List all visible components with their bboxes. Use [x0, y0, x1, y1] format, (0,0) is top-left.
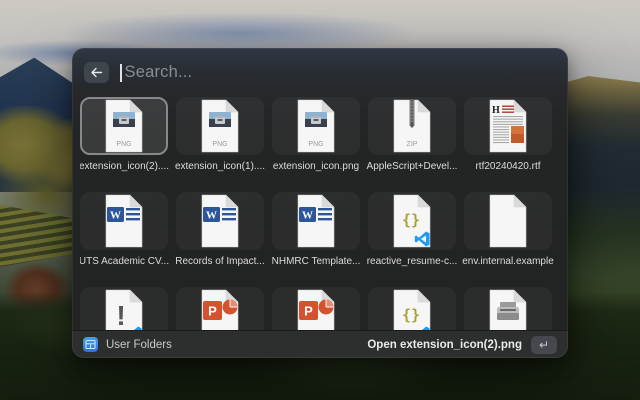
- file-icon-image-png: PNG: [272, 97, 360, 155]
- svg-text:{}: {}: [402, 211, 420, 229]
- file-icon-code-json: {}: [368, 192, 456, 250]
- svg-text:PNG: PNG: [308, 141, 323, 148]
- file-tile[interactable]: !: [80, 287, 168, 330]
- file-tile[interactable]: env.internal.example: [464, 192, 552, 270]
- file-tile[interactable]: PNGextension_icon(1)....: [176, 97, 264, 175]
- file-search-window: Search... PNGextension_icon(2)....PNGext…: [72, 48, 568, 358]
- user-folders-icon: [83, 337, 98, 352]
- file-tile[interactable]: P: [272, 287, 360, 330]
- file-name: reactive_resume-c...: [364, 256, 460, 267]
- file-name: extension_icon(2)....: [80, 161, 172, 172]
- arrow-left-icon: [90, 67, 103, 78]
- svg-text:W: W: [302, 210, 313, 222]
- file-tile[interactable]: {}reactive_resume-c...: [368, 192, 456, 270]
- file-name: extension_icon(1)....: [172, 161, 268, 172]
- file-icon-code-json: {}: [368, 287, 456, 330]
- file-tile[interactable]: P: [176, 287, 264, 330]
- file-icon-zip-archive: ZIP: [368, 97, 456, 155]
- file-tile[interactable]: ZIPAppleScript+Devel...: [368, 97, 456, 175]
- back-button[interactable]: [84, 62, 109, 83]
- file-icon-image-png: PNG: [176, 97, 264, 155]
- file-icon-powerpoint-document: P: [176, 287, 264, 330]
- search-bar[interactable]: Search...: [72, 48, 568, 97]
- file-tile[interactable]: [464, 287, 552, 330]
- file-icon-word-document: W: [80, 192, 168, 250]
- screen: Search... PNGextension_icon(2)....PNGext…: [0, 0, 640, 400]
- footer-source: User Folders: [83, 337, 172, 352]
- file-name: Records of Impact...: [172, 256, 268, 267]
- svg-text:W: W: [110, 210, 121, 222]
- primary-action-label: Open extension_icon(2).png: [367, 339, 522, 351]
- svg-text:W: W: [206, 210, 217, 222]
- file-icon-printer-document: [464, 287, 552, 330]
- file-tile[interactable]: WRecords of Impact...: [176, 192, 264, 270]
- svg-text:H: H: [492, 105, 500, 116]
- file-tile[interactable]: WNHMRC Template...: [272, 192, 360, 270]
- svg-text:{}: {}: [402, 306, 420, 324]
- file-name: AppleScript+Devel...: [364, 161, 460, 172]
- file-icon-image-png: PNG: [80, 97, 168, 155]
- svg-text:!: !: [116, 300, 125, 330]
- svg-text:ZIP: ZIP: [407, 141, 418, 148]
- file-icon-powerpoint-document: P: [272, 287, 360, 330]
- file-name: env.internal.example: [460, 256, 556, 267]
- file-name: UTS Academic CV...: [80, 256, 172, 267]
- file-name: rtf20240420.rtf: [460, 161, 556, 172]
- footer-action: Open extension_icon(2).png ↵: [367, 336, 557, 354]
- file-icon-blank-document: [464, 192, 552, 250]
- file-icon-word-document: W: [176, 192, 264, 250]
- search-input[interactable]: Search...: [125, 63, 193, 82]
- footer-source-label: User Folders: [106, 339, 172, 351]
- svg-text:PNG: PNG: [116, 141, 131, 148]
- svg-text:P: P: [208, 304, 217, 319]
- file-tile[interactable]: {}: [368, 287, 456, 330]
- return-key-button[interactable]: ↵: [531, 336, 557, 354]
- file-tile[interactable]: PNGextension_icon(2)....: [80, 97, 168, 175]
- file-name: extension_icon.png: [268, 161, 364, 172]
- file-tile[interactable]: Hrtf20240420.rtf: [464, 97, 552, 175]
- file-icon-rtf-document: H: [464, 97, 552, 155]
- file-tile[interactable]: WUTS Academic CV...: [80, 192, 168, 270]
- svg-text:PNG: PNG: [212, 141, 227, 148]
- file-icon-word-document: W: [272, 192, 360, 250]
- svg-text:P: P: [304, 304, 313, 319]
- file-icon-warning-document: !: [80, 287, 168, 330]
- file-name: NHMRC Template...: [268, 256, 364, 267]
- file-tile[interactable]: PNGextension_icon.png: [272, 97, 360, 175]
- footer-bar: User Folders Open extension_icon(2).png …: [72, 330, 568, 358]
- file-grid: PNGextension_icon(2)....PNGextension_ico…: [80, 97, 560, 330]
- text-cursor: [120, 64, 122, 82]
